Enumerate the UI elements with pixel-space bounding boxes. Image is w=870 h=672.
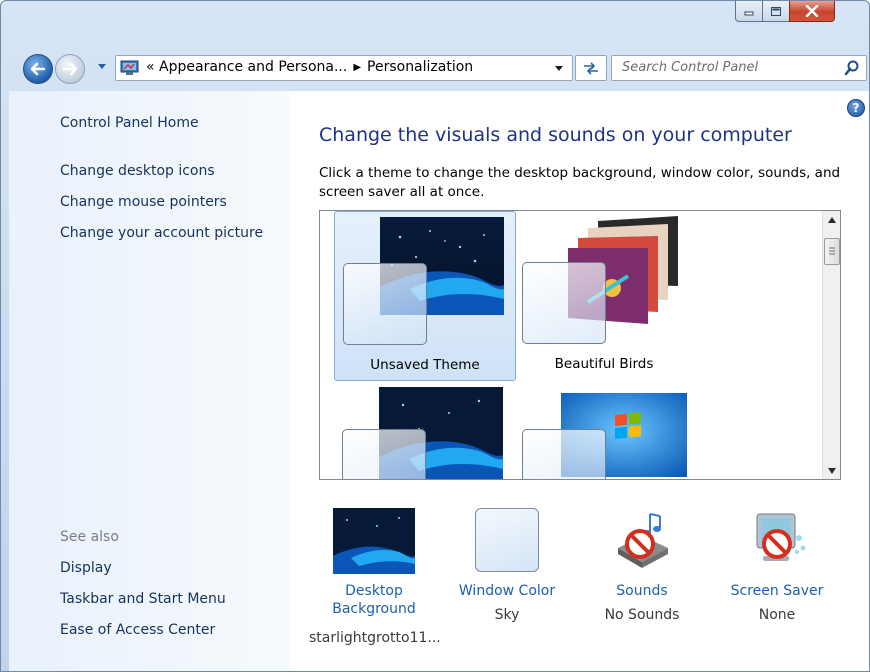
change-desktop-icons-link[interactable]: Change desktop icons	[60, 163, 215, 179]
no-screensaver-icon	[756, 513, 806, 561]
theme-item[interactable]	[514, 385, 694, 479]
desktop-background-icon	[333, 508, 415, 574]
address-bar[interactable]: « Appearance and Persona... ▶ Personalizat…	[115, 55, 573, 81]
window-color-swatch	[522, 262, 606, 344]
no-sound-icon	[618, 513, 668, 568]
scroll-down-button[interactable]	[823, 462, 840, 479]
theme-list[interactable]: Unsaved Theme Beautiful Birds	[319, 210, 841, 480]
refresh-icon	[584, 62, 598, 75]
ease-of-access-link[interactable]: Ease of Access Center	[60, 622, 215, 638]
search-box	[611, 55, 867, 81]
close-icon	[805, 5, 819, 17]
window-color-swatch	[522, 429, 606, 479]
page-description: Click a theme to change the desktop back…	[319, 165, 841, 200]
maximize-icon	[771, 6, 781, 16]
content-area: Control Panel Home Change desktop icons …	[9, 91, 869, 671]
breadcrumb: « Appearance and Persona... ▶ Personalizat…	[146, 59, 473, 75]
scroll-down-icon	[827, 467, 836, 474]
theme-item[interactable]	[334, 385, 514, 479]
window-color-swatch	[343, 263, 427, 345]
navigation-bar: « Appearance and Persona... ▶ Personalizat…	[1, 45, 869, 91]
control-panel-icon	[120, 60, 139, 75]
control-panel-home-link[interactable]: Control Panel Home	[60, 115, 199, 131]
window-color-label[interactable]: Window Color	[442, 582, 572, 600]
theme-unsaved[interactable]: Unsaved Theme	[334, 211, 516, 381]
maximize-button[interactable]	[762, 1, 790, 22]
help-icon[interactable]: ?	[847, 99, 865, 117]
screen-saver-setting[interactable]: Screen Saver None	[712, 503, 842, 653]
window-color-setting[interactable]: Window Color Sky	[442, 503, 572, 653]
desktop-background-label[interactable]: Desktop Background	[309, 582, 439, 618]
theme-settings: Desktop Background starlightgrotto11... …	[309, 503, 869, 663]
close-button[interactable]	[789, 1, 835, 22]
theme-label: Beautiful Birds	[554, 356, 654, 372]
see-also-heading: See also	[60, 529, 119, 545]
main-pane: ? Change the visuals and sounds on your …	[289, 91, 869, 671]
back-icon	[30, 62, 46, 76]
desktop-background-setting[interactable]: Desktop Background starlightgrotto11...	[309, 503, 441, 653]
search-input[interactable]	[622, 58, 832, 76]
desktop-background-value: starlightgrotto11...	[309, 630, 441, 646]
theme-beautiful-birds[interactable]: Beautiful Birds	[514, 211, 694, 379]
breadcrumb-separator-icon[interactable]: ▶	[353, 62, 361, 73]
grip-icon	[829, 247, 835, 255]
address-dropdown-icon[interactable]	[554, 65, 564, 72]
breadcrumb-personalization[interactable]: Personalization	[367, 59, 473, 75]
screen-saver-value: None	[758, 607, 796, 623]
window-color-swatch	[342, 429, 426, 479]
scroll-thumb[interactable]	[824, 238, 840, 265]
title-bar	[1, 1, 869, 43]
screen-saver-label[interactable]: Screen Saver	[712, 582, 842, 600]
control-panel-window: « Appearance and Persona... ▶ Personalizat…	[0, 0, 870, 672]
theme-label: Unsaved Theme	[370, 357, 480, 373]
display-link[interactable]: Display	[60, 560, 112, 576]
forward-icon	[62, 62, 78, 76]
minimize-icon	[744, 11, 754, 16]
address-overflow-button[interactable]: «	[146, 59, 155, 75]
sounds-label[interactable]: Sounds	[577, 582, 707, 600]
search-icon[interactable]	[844, 60, 860, 76]
minimize-button[interactable]	[735, 1, 763, 22]
theme-list-scrollbar[interactable]	[822, 211, 840, 479]
scroll-up-button[interactable]	[823, 211, 840, 228]
forward-button[interactable]	[55, 54, 85, 84]
refresh-button[interactable]	[575, 55, 607, 81]
change-mouse-pointers-link[interactable]: Change mouse pointers	[60, 194, 227, 210]
taskbar-start-menu-link[interactable]: Taskbar and Start Menu	[60, 591, 226, 607]
change-account-picture-link[interactable]: Change your account picture	[60, 225, 263, 241]
recent-pages-dropdown[interactable]	[97, 63, 107, 71]
window-color-value: Sky	[494, 607, 520, 623]
sounds-value: No Sounds	[604, 607, 680, 623]
window-color-swatch	[475, 508, 539, 572]
breadcrumb-appearance[interactable]: Appearance and Persona...	[159, 59, 347, 75]
page-title: Change the visuals and sounds on your co…	[319, 124, 792, 146]
task-pane: Control Panel Home Change desktop icons …	[9, 91, 289, 671]
sounds-setting[interactable]: Sounds No Sounds	[577, 503, 707, 653]
back-button[interactable]	[23, 54, 53, 84]
scroll-up-icon	[827, 216, 836, 223]
